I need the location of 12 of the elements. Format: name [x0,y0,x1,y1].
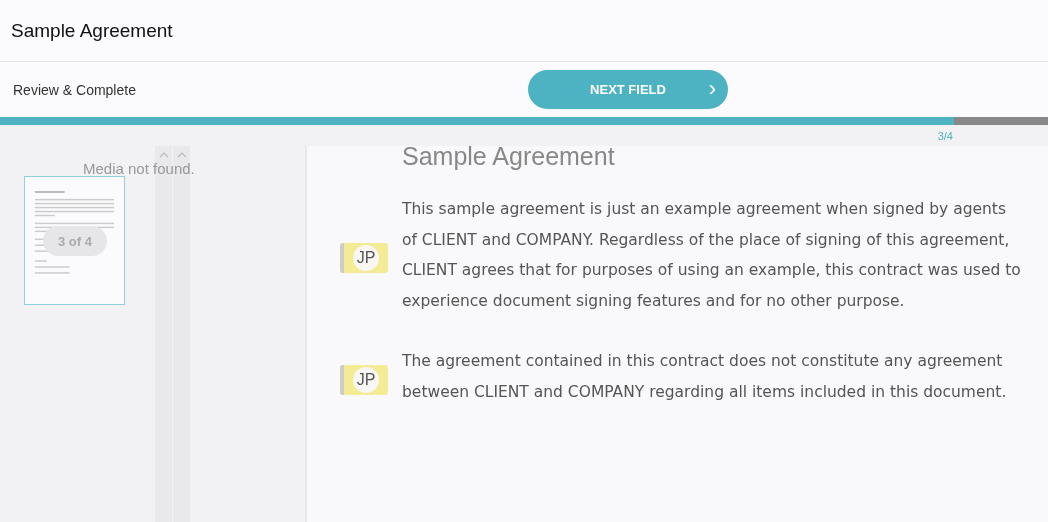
document-title: Sample Agreement [402,142,616,172]
paragraph: This sample agreement is just an example agreement when signed by agents of CLIENT and COMPANY. Regardless of the place of signing of this agreement, CLIENT agrees that for purposes of using an example, this contract was used to experience document signing features and for no other purpose. [402,199,1022,312]
review-label: Review & Complete [13,81,136,98]
scroll-up-icon[interactable] [158,152,169,158]
progress-reading: 3/4 [937,130,953,142]
page-title: Sample Agreement [11,19,173,42]
initials-field[interactable]: JP [340,364,388,395]
paragraph: The agreement contained in this contract does not constitute any agreement between CLIENT and COMPANY regarding all items included in this document. [402,351,1008,403]
scroll-up-icon[interactable] [176,152,187,158]
media-message: Media not found. [83,160,195,177]
page-badge: 3 of 4 [43,226,107,256]
initials-field[interactable]: JP [340,243,388,273]
